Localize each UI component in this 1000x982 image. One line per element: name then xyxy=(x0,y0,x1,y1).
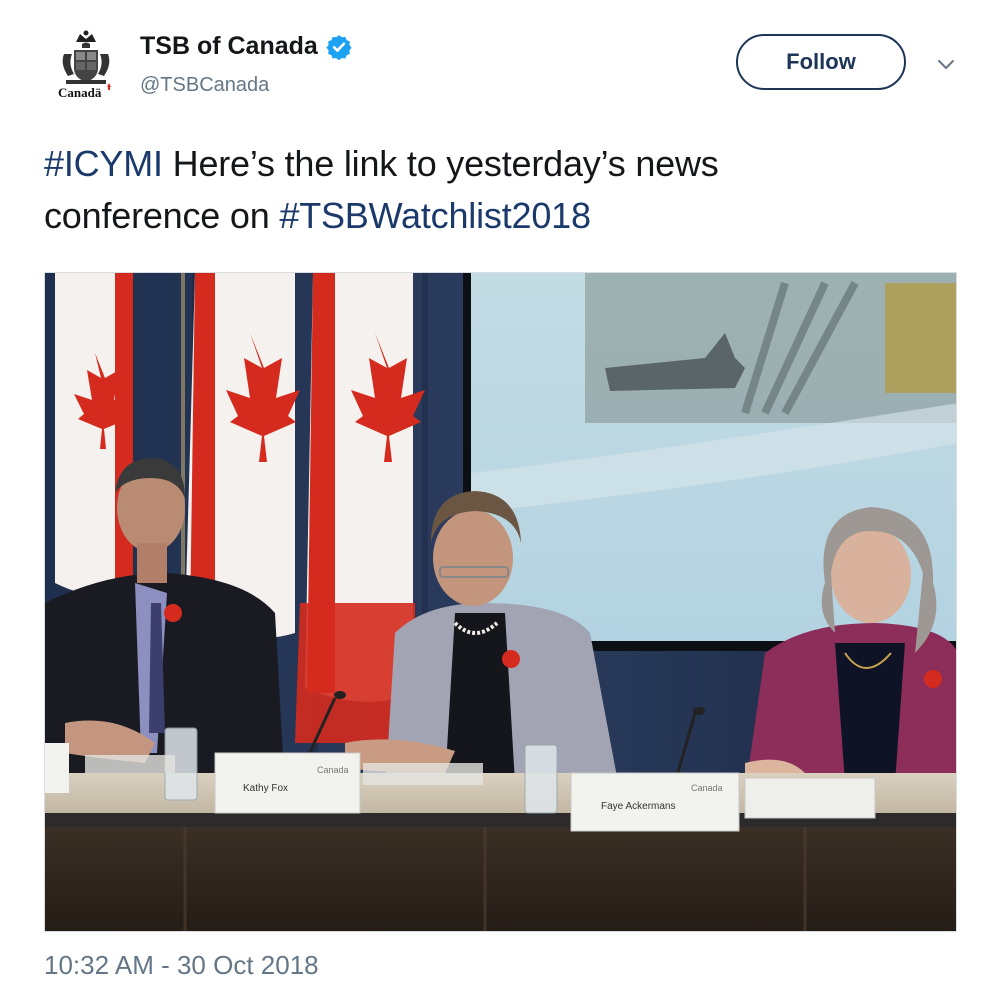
nameplate-name: Faye Ackermans xyxy=(601,801,675,812)
tsb-logo-icon[interactable]: Canadä xyxy=(54,28,118,100)
chevron-down-icon[interactable] xyxy=(934,52,958,76)
tweet-timestamp[interactable]: 10:32 AM - 30 Oct 2018 xyxy=(44,950,319,981)
display-name[interactable]: TSB of Canada xyxy=(140,32,318,61)
tweet-text-line-2: conference on xyxy=(44,195,280,236)
nameplate-brand: Canada xyxy=(317,765,349,775)
verified-badge-icon xyxy=(326,34,352,60)
nameplate-name: Kathy Fox xyxy=(243,783,288,794)
follow-button[interactable]: Follow xyxy=(736,34,906,90)
hashtag-icymi[interactable]: #ICYMI xyxy=(44,143,163,184)
tweet-text: #ICYMI Here’s the link to yesterday’s ne… xyxy=(44,138,944,242)
tweet-header: Canadä TSB of Canada @TSBCanada Follow xyxy=(44,24,964,108)
tweet-text-line-1: Here’s the link to yesterday’s news xyxy=(172,143,719,184)
nameplate-kathy-fox: Kathy Fox Canada xyxy=(214,752,361,814)
account-handle[interactable]: @TSBCanada xyxy=(140,74,269,97)
canada-wordmark: Canadä xyxy=(58,85,102,100)
tweet-media-photo[interactable]: Kathy Fox Canada Faye Ackermans Canada xyxy=(44,272,957,932)
nameplate-brand: Canada xyxy=(691,783,723,793)
nameplate-faye-ackermans: Faye Ackermans Canada xyxy=(570,772,740,832)
news-conference-photo: Kathy Fox Canada Faye Ackermans Canada xyxy=(45,273,956,931)
hashtag-tsbwatchlist2018[interactable]: #TSBWatchlist2018 xyxy=(279,195,591,236)
display-name-row: TSB of Canada xyxy=(140,32,352,61)
